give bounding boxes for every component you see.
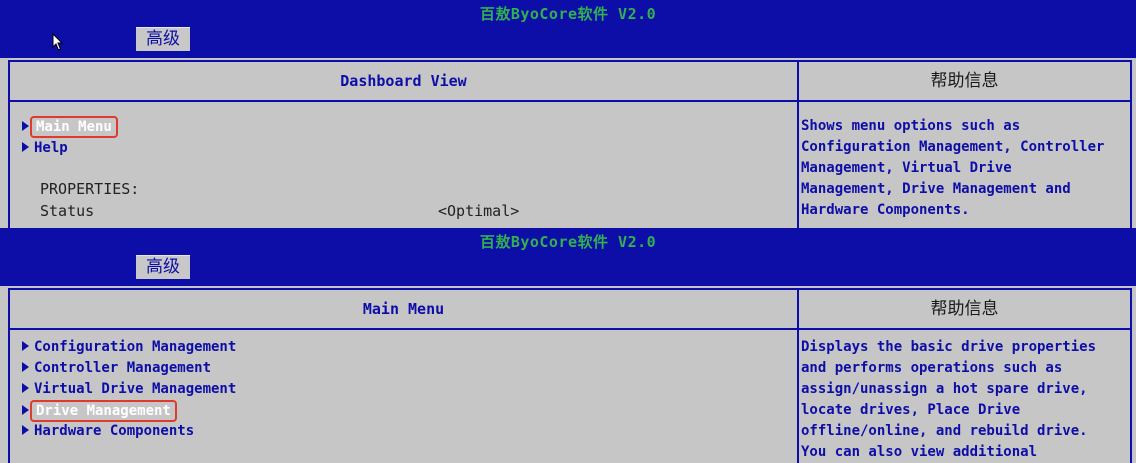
menu-item-configuration-management[interactable]: Configuration Management (22, 337, 236, 357)
help-header: 帮助信息 (930, 71, 999, 91)
main-header: Main Menu (362, 300, 445, 318)
app-title: 百敖ByoCore软件 V2.0 (479, 233, 657, 251)
menu-item-label: Controller Management (34, 360, 212, 376)
content-area: Main Menu 帮助信息 Configuration Management … (0, 286, 1136, 463)
property-status-label: Status (40, 202, 95, 220)
menu-item-hardware-components[interactable]: Hardware Components (22, 421, 194, 441)
menu-item-label: Configuration Management (34, 339, 237, 355)
header-divider (10, 100, 1130, 102)
property-status-value: <Optimal> (438, 202, 520, 220)
menu-item-label: Drive Management (30, 400, 177, 422)
properties-label: PROPERTIES: (40, 180, 140, 198)
title-bar: 百敖ByoCore软件 V2.0 高级 (0, 0, 1136, 58)
content-area: Dashboard View 帮助信息 Main Menu Help PROPE… (0, 58, 1136, 228)
title-bar: 百敖ByoCore软件 V2.0 高级 (0, 228, 1136, 286)
tab-advanced[interactable]: 高级 (136, 255, 190, 279)
content-frame: Main Menu 帮助信息 Configuration Management … (8, 288, 1132, 463)
menu-item-label: Main Menu (30, 116, 118, 138)
menu-item-help[interactable]: Help (22, 138, 68, 158)
arrow-right-icon (22, 425, 29, 435)
menu-item-main-menu[interactable]: Main Menu (22, 116, 118, 138)
column-divider (797, 62, 799, 228)
menu-item-label: Virtual Drive Management (34, 381, 237, 397)
arrow-right-icon (22, 142, 29, 152)
arrow-right-icon (22, 383, 29, 393)
arrow-right-icon (22, 405, 29, 415)
menu-item-label: Hardware Components (34, 423, 195, 439)
arrow-right-icon (22, 362, 29, 372)
content-frame: Dashboard View 帮助信息 Main Menu Help PROPE… (8, 60, 1132, 228)
main-menu-screen: 百敖ByoCore软件 V2.0 高级 Main Menu 帮助信息 Confi… (0, 228, 1136, 463)
mouse-cursor-icon (52, 33, 64, 51)
menu-item-drive-management[interactable]: Drive Management (22, 400, 177, 422)
column-divider (797, 290, 799, 463)
arrow-right-icon (22, 341, 29, 351)
dashboard-view-screen: 百敖ByoCore软件 V2.0 高级 Dashboard View 帮助信息 … (0, 0, 1136, 228)
help-text: Shows menu options such as Configuration… (801, 118, 1105, 218)
header-divider (10, 328, 1130, 330)
menu-item-label: Help (34, 140, 68, 156)
main-header: Dashboard View (340, 72, 467, 90)
help-header: 帮助信息 (930, 299, 999, 319)
tab-advanced[interactable]: 高级 (136, 27, 190, 51)
app-title: 百敖ByoCore软件 V2.0 (479, 5, 657, 23)
arrow-right-icon (22, 121, 29, 131)
help-text: Displays the basic drive properties and … (801, 339, 1097, 460)
menu-item-virtual-drive-management[interactable]: Virtual Drive Management (22, 379, 236, 399)
menu-item-controller-management[interactable]: Controller Management (22, 358, 211, 378)
